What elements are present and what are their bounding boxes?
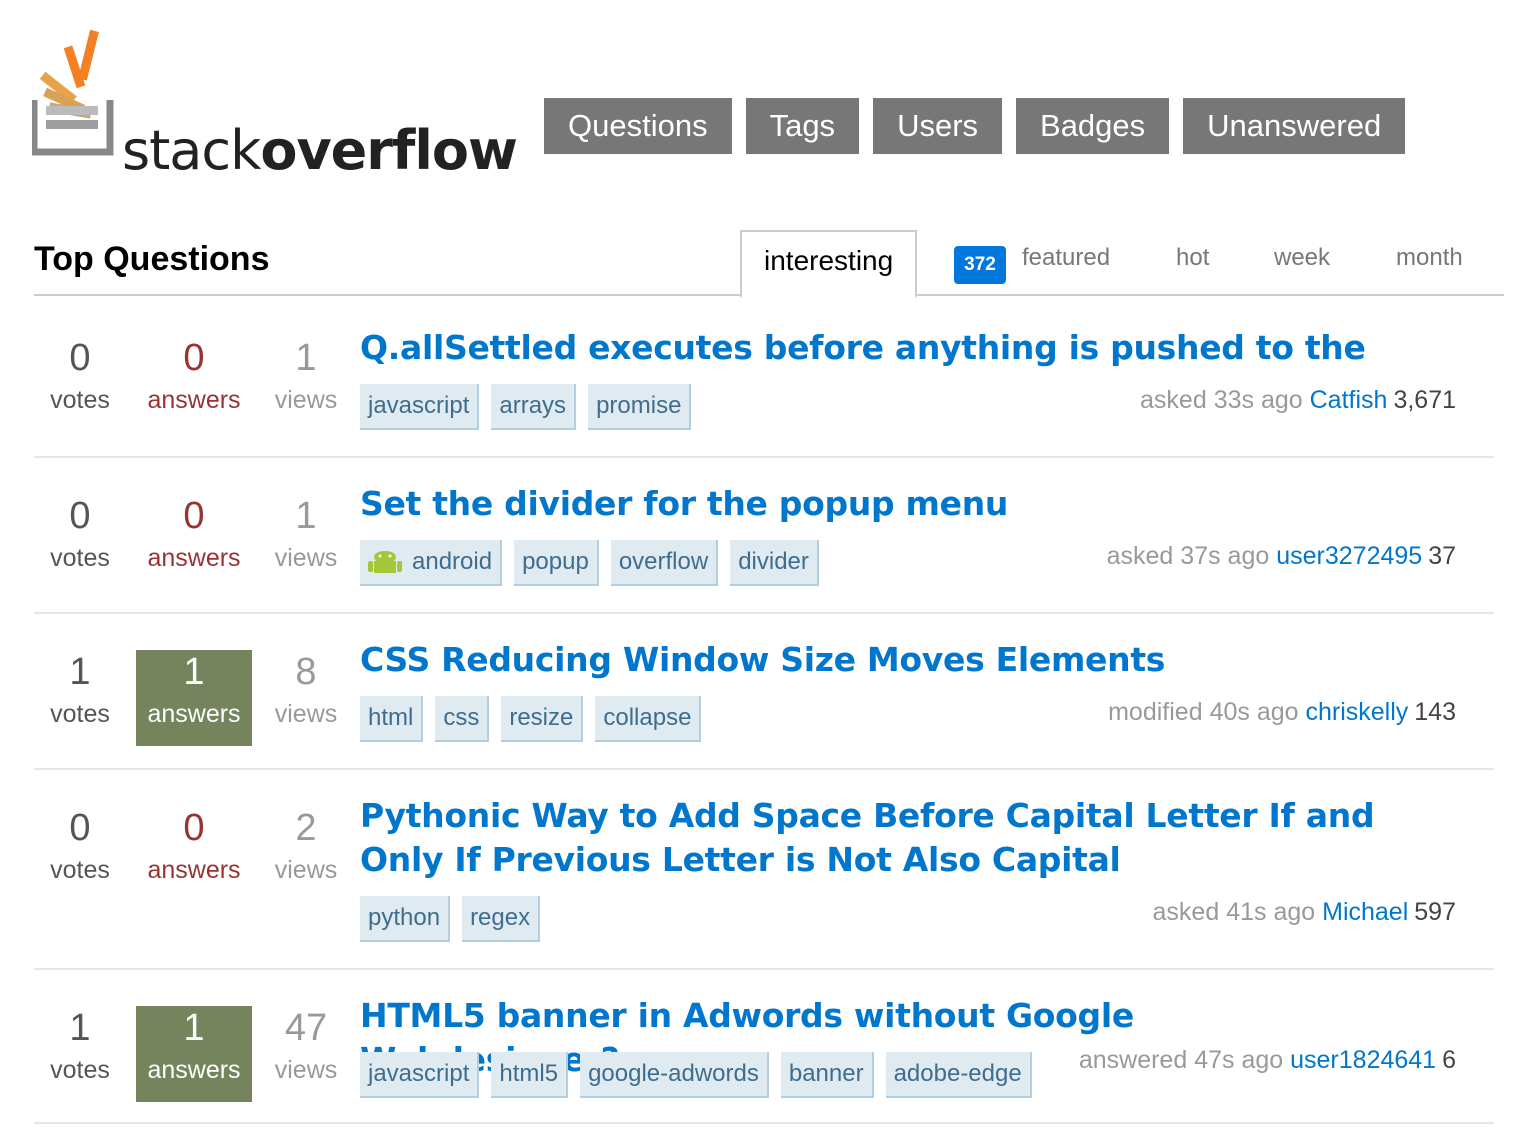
question-summary: 1 votes 1 answers 47 views HTML5 banner in … — [34, 970, 1494, 1124]
meta-action: asked — [1106, 542, 1174, 570]
tag-adobe-edge[interactable]: adobe-edge — [885, 1052, 1032, 1098]
vote-count: 1 votes — [50, 1007, 110, 1084]
tag-list: html css resize collapse — [360, 696, 702, 742]
view-count: 1 views — [274, 337, 338, 414]
question-meta: modified 40s ago chriskelly 143 — [1108, 698, 1456, 727]
tag-label: android — [412, 548, 493, 575]
tag-android[interactable]: android — [360, 540, 503, 586]
tag-list: python regex — [360, 896, 541, 942]
question-summary: 1 votes 1 answers 8 views CSS Reducing Wind… — [34, 614, 1494, 770]
featured-count-badge[interactable]: 372 — [954, 246, 1006, 284]
question-list: 0 votes 0 answers 1 views Q.allSettled exec… — [34, 300, 1494, 1124]
question-meta: asked 41s ago Michael 597 — [1153, 898, 1456, 927]
tag-popup[interactable]: popup — [514, 540, 599, 586]
user-link[interactable]: Michael — [1322, 898, 1408, 926]
view-count: 8 views — [274, 651, 338, 728]
user-link[interactable]: Catfish — [1310, 386, 1388, 414]
vote-count: 0 votes — [50, 495, 110, 572]
tag-html5[interactable]: html5 — [491, 1052, 569, 1098]
answer-count: 0 answers — [147, 807, 241, 884]
question-summary: 0 votes 0 answers 1 views Set the divider f… — [34, 458, 1494, 614]
vote-count: 0 votes — [50, 807, 110, 884]
user-link[interactable]: user1824641 — [1290, 1046, 1436, 1074]
view-count: 47 views — [274, 1007, 338, 1084]
meta-time[interactable]: 40s ago — [1210, 698, 1299, 726]
tag-python[interactable]: python — [360, 896, 451, 942]
meta-action: asked — [1140, 386, 1207, 414]
stack-logo-icon — [32, 29, 114, 156]
answer-count-accepted: 1 answers — [136, 650, 252, 746]
meta-action: answered — [1078, 1046, 1188, 1074]
tag-list: javascript html5 google-adwords banner a… — [360, 1052, 1032, 1098]
answer-count: 0 answers — [147, 337, 241, 414]
user-link[interactable]: chriskelly — [1305, 698, 1408, 726]
user-reputation: 37 — [1428, 542, 1456, 570]
meta-action: asked — [1152, 898, 1220, 926]
stackoverflow-logo[interactable]: stackoverflow — [32, 28, 518, 178]
android-icon — [368, 551, 402, 573]
tag-banner[interactable]: banner — [780, 1052, 874, 1098]
user-reputation: 3,671 — [1393, 386, 1456, 414]
tag-overflow[interactable]: overflow — [610, 540, 719, 586]
user-link[interactable]: user3272495 — [1276, 542, 1422, 570]
tag-javascript[interactable]: javascript — [360, 1052, 480, 1098]
question-meta: asked 37s ago user3272495 37 — [1107, 542, 1456, 571]
nav-questions[interactable]: Questions — [544, 98, 732, 154]
nav-users[interactable]: Users — [873, 98, 1003, 154]
question-summary: 0 votes 0 answers 2 views Pythonic Way to A… — [34, 770, 1494, 970]
meta-time[interactable]: 37s ago — [1180, 542, 1269, 570]
question-meta: asked 33s ago Catfish 3,671 — [1140, 386, 1456, 415]
question-title-link[interactable]: Pythonic Way to Add Space Before Capital… — [360, 794, 1390, 882]
tab-week[interactable]: week — [1274, 244, 1330, 272]
tag-list: javascript arrays promise — [360, 384, 692, 430]
tag-resize[interactable]: resize — [501, 696, 584, 742]
tag-promise[interactable]: promise — [588, 384, 692, 430]
answer-count: 0 answers — [147, 495, 241, 572]
main-nav: Questions Tags Users Badges Unanswered — [544, 98, 1406, 154]
tag-regex[interactable]: regex — [462, 896, 541, 942]
meta-time[interactable]: 41s ago — [1226, 898, 1315, 926]
vote-count: 1 votes — [50, 651, 110, 728]
meta-time[interactable]: 47s ago — [1194, 1046, 1283, 1074]
question-summary: 0 votes 0 answers 1 views Q.allSettled exec… — [34, 300, 1494, 458]
logo-wordmark: stackoverflow — [122, 119, 518, 182]
question-meta: answered 47s ago user1824641 6 — [1079, 1046, 1456, 1075]
user-reputation: 6 — [1442, 1046, 1456, 1074]
tag-javascript[interactable]: javascript — [360, 384, 480, 430]
page-title: Top Questions — [34, 240, 270, 278]
nav-tags[interactable]: Tags — [745, 98, 860, 154]
meta-action: modified — [1108, 698, 1203, 726]
tag-google-adwords[interactable]: google-adwords — [580, 1052, 769, 1098]
tag-list: android popup overflow divider — [360, 540, 819, 586]
meta-time[interactable]: 33s ago — [1214, 386, 1303, 414]
tab-hot[interactable]: hot — [1176, 244, 1209, 272]
tab-interesting[interactable]: interesting — [740, 230, 918, 298]
nav-unanswered[interactable]: Unanswered — [1183, 98, 1406, 154]
view-count: 1 views — [274, 495, 338, 572]
tab-featured[interactable]: featured — [1022, 244, 1110, 272]
nav-badges[interactable]: Badges — [1016, 98, 1170, 154]
tag-divider[interactable]: divider — [730, 540, 819, 586]
view-count: 2 views — [274, 807, 338, 884]
vote-count: 0 votes — [50, 337, 110, 414]
question-title-link[interactable]: Set the divider for the popup menu — [360, 482, 1390, 526]
user-reputation: 143 — [1414, 698, 1456, 726]
question-title-link[interactable]: CSS Reducing Window Size Moves Elements — [360, 638, 1390, 682]
tag-html[interactable]: html — [360, 696, 424, 742]
tag-css[interactable]: css — [435, 696, 490, 742]
tag-collapse[interactable]: collapse — [595, 696, 702, 742]
tab-month[interactable]: month — [1396, 244, 1463, 272]
answer-count-accepted: 1 answers — [136, 1006, 252, 1102]
user-reputation: 597 — [1414, 898, 1456, 926]
subheader: Top Questions interesting 372 featured h… — [34, 230, 1504, 298]
tag-arrays[interactable]: arrays — [491, 384, 577, 430]
